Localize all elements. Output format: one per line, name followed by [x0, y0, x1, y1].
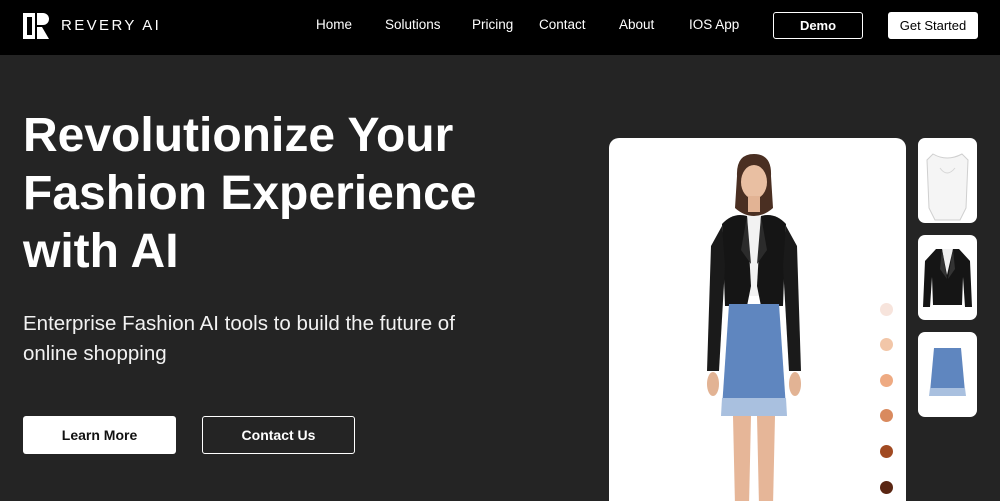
white-top-icon	[926, 153, 969, 221]
skin-tone-swatch-1[interactable]	[880, 303, 893, 316]
hero-subtitle-line-2: online shopping	[23, 342, 167, 365]
leather-jacket-icon	[923, 249, 972, 307]
hero-title-line-2: Fashion Experience	[23, 167, 477, 220]
nav-ios-app-link[interactable]: IOS App	[689, 17, 739, 32]
tweed-skirt-icon	[929, 348, 966, 396]
hero-subtitle-line-1: Enterprise Fashion AI tools to build the…	[23, 312, 455, 335]
demo-button[interactable]: Demo	[773, 12, 863, 39]
fashion-model-image	[707, 154, 801, 501]
top-navigation: REVERY AI Home Solutions Pricing Contact…	[0, 0, 1000, 55]
skin-tone-swatch-5[interactable]	[880, 445, 893, 458]
skin-tone-swatch-2[interactable]	[880, 338, 893, 351]
revery-logo-icon[interactable]	[23, 13, 49, 39]
nav-contact-link[interactable]: Contact	[539, 17, 586, 32]
thumbnail-black-jacket[interactable]	[918, 235, 977, 320]
get-started-button[interactable]: Get Started	[888, 12, 978, 39]
hero-title: Revolutionize Your Fashion Experience wi…	[23, 107, 543, 281]
thumbnail-blue-skirt[interactable]	[918, 332, 977, 417]
skin-tone-swatch-3[interactable]	[880, 374, 893, 387]
virtual-try-on-preview	[609, 138, 906, 501]
nav-home-link[interactable]: Home	[316, 17, 352, 32]
hero-title-line-3: with AI	[23, 225, 179, 278]
learn-more-button[interactable]: Learn More	[23, 416, 176, 454]
skin-tone-swatch-4[interactable]	[880, 409, 893, 422]
nav-solutions-link[interactable]: Solutions	[385, 17, 441, 32]
brand-name[interactable]: REVERY AI	[61, 17, 161, 34]
nav-about-link[interactable]: About	[619, 17, 654, 32]
hero-title-line-1: Revolutionize Your	[23, 109, 454, 162]
nav-pricing-link[interactable]: Pricing	[472, 17, 513, 32]
hero-subtitle: Enterprise Fashion AI tools to build the…	[23, 309, 543, 369]
contact-us-button[interactable]: Contact Us	[202, 416, 355, 454]
thumbnail-white-top[interactable]	[918, 138, 977, 223]
skin-tone-swatch-6[interactable]	[880, 481, 893, 494]
